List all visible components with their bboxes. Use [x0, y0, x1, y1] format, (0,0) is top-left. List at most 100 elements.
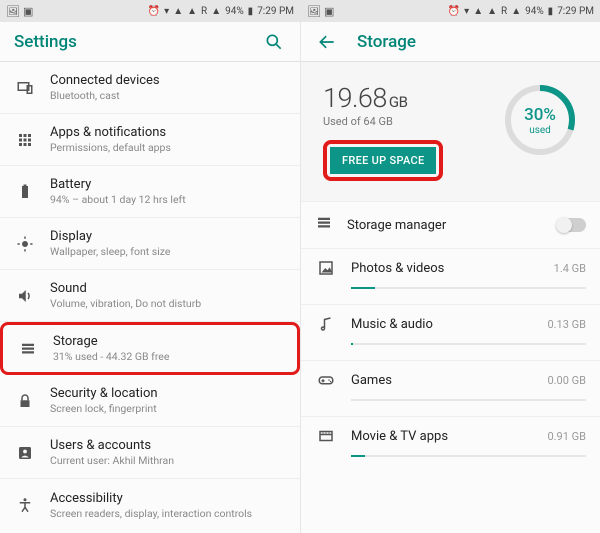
back-arrow-icon [317, 32, 337, 52]
cat-size: 0.91 GB [547, 430, 586, 443]
storage-summary: 19.68GB Used of 64 GB FREE UP SPACE 30% … [301, 62, 600, 202]
settings-item-security[interactable]: Security & location Screen lock, fingerp… [0, 375, 300, 427]
page-title: Storage [357, 32, 586, 52]
item-sub: Bluetooth, cast [50, 89, 160, 102]
storage-icon [17, 338, 39, 360]
settings-appbar: Settings [0, 22, 300, 62]
item-sub: Wallpaper, sleep, font size [50, 245, 170, 258]
alarm-icon: ⏰ [148, 6, 160, 17]
search-button[interactable] [262, 30, 286, 54]
wifi-icon: ▲ [173, 6, 183, 17]
item-label: Apps & notifications [50, 125, 171, 140]
lock-icon [14, 390, 36, 412]
signal-icon-2: ▲ [511, 6, 521, 17]
used-amount: 19.68GB [323, 82, 443, 114]
alarm-icon: ⏰ [448, 6, 460, 17]
signal-icon: ▲ [487, 6, 497, 17]
cat-label: Movie & TV apps [351, 429, 448, 444]
toggle-knob [556, 217, 572, 233]
category-movies[interactable]: Movie & TV apps 0.91 GB [301, 417, 600, 473]
settings-item-connected-devices[interactable]: Connected devices Bluetooth, cast [0, 62, 300, 114]
cat-bar [351, 455, 586, 457]
wifi-icon: ▲ [473, 6, 483, 17]
clock: 7:29 PM [257, 6, 294, 17]
item-label: Accessibility [50, 491, 252, 506]
user-icon [14, 442, 36, 464]
settings-item-users[interactable]: Users & accounts Current user: Akhil Mit… [0, 427, 300, 479]
battery-pct: 94% [225, 6, 244, 17]
category-games[interactable]: Games 0.00 GB [301, 361, 600, 417]
cat-bar [351, 287, 586, 289]
ring-used-label: used [529, 125, 551, 136]
page-title: Settings [14, 32, 262, 52]
cat-size: 1.4 GB [554, 262, 586, 275]
battery-icon [14, 181, 36, 203]
item-label: Battery [50, 177, 186, 192]
signal-icon: ▲ [187, 6, 197, 17]
item-label: Security & location [50, 386, 158, 401]
item-label: Sound [50, 281, 201, 296]
back-button[interactable] [315, 30, 339, 54]
item-sub: Volume, vibration, Do not disturb [50, 297, 201, 310]
devices-icon [14, 77, 36, 99]
cat-size: 0.13 GB [547, 318, 586, 331]
games-icon [315, 371, 337, 389]
settings-item-display[interactable]: Display Wallpaper, sleep, font size [0, 218, 300, 270]
item-label: Storage [53, 334, 169, 349]
storage-icon [315, 214, 333, 236]
apps-icon [14, 129, 36, 151]
free-up-highlight: FREE UP SPACE [323, 140, 443, 181]
used-value: 19.68 [323, 82, 387, 114]
storage-pane: 🖼 ▣ ⏰ ▾ ▲ ▲ R ▲ 94% ▮ 7:29 PM Storage 19… [300, 0, 600, 533]
cat-label: Games [351, 373, 392, 388]
status-left-icons: 🖼 ▣ [307, 5, 334, 18]
roaming-label: R [501, 6, 507, 17]
dropdown-icon: ▾ [464, 6, 469, 17]
sound-icon [14, 285, 36, 307]
category-music[interactable]: Music & audio 0.13 GB [301, 305, 600, 361]
signal-icon-2: ▲ [211, 6, 221, 17]
settings-list: Connected devices Bluetooth, cast Apps &… [0, 62, 300, 533]
search-icon [264, 32, 284, 52]
clock: 7:29 PM [557, 6, 594, 17]
used-unit: GB [389, 93, 408, 111]
status-bar: 🖼 ▣ ⏰ ▾ ▲ ▲ R ▲ 94% ▮ 7:29 PM [0, 0, 300, 22]
item-label: Display [50, 229, 170, 244]
storage-manager-toggle[interactable] [556, 218, 586, 232]
settings-item-apps[interactable]: Apps & notifications Permissions, defaul… [0, 114, 300, 166]
storage-manager-label: Storage manager [347, 218, 446, 233]
dropdown-icon: ▾ [164, 6, 169, 17]
status-bar: 🖼 ▣ ⏰ ▾ ▲ ▲ R ▲ 94% ▮ 7:29 PM [301, 0, 600, 22]
music-icon [315, 315, 337, 333]
category-photos[interactable]: Photos & videos 1.4 GB [301, 249, 600, 305]
settings-item-storage[interactable]: Storage 31% used - 44.32 GB free [0, 322, 300, 375]
storage-manager-row[interactable]: Storage manager [301, 202, 600, 249]
photos-icon [315, 259, 337, 277]
cat-label: Music & audio [351, 317, 433, 332]
settings-pane: 🖼 ▣ ⏰ ▾ ▲ ▲ R ▲ 94% ▮ 7:29 PM Settings C… [0, 0, 300, 533]
settings-item-accessibility[interactable]: Accessibility Screen readers, display, i… [0, 479, 300, 531]
item-label: Users & accounts [50, 438, 174, 453]
free-up-space-button[interactable]: FREE UP SPACE [330, 147, 436, 174]
cat-size: 0.00 GB [547, 374, 586, 387]
square-icon: ▣ [324, 5, 334, 18]
total-label: Used of 64 GB [323, 115, 443, 128]
item-sub: 31% used - 44.32 GB free [53, 350, 169, 363]
item-sub: Screen readers, display, interaction con… [50, 507, 252, 520]
settings-item-sound[interactable]: Sound Volume, vibration, Do not disturb [0, 270, 300, 322]
storage-appbar: Storage [301, 22, 600, 62]
cat-bar [351, 343, 586, 345]
status-left-icons: 🖼 ▣ [6, 5, 33, 18]
item-label: Connected devices [50, 73, 160, 88]
cat-bar [351, 399, 586, 401]
movie-icon [315, 427, 337, 445]
image-icon: 🖼 [6, 5, 20, 18]
item-sub: Current user: Akhil Mithran [50, 454, 174, 467]
square-icon: ▣ [23, 5, 33, 18]
brightness-icon [14, 233, 36, 255]
item-sub: 94% – about 1 day 12 hrs left [50, 193, 186, 206]
settings-item-battery[interactable]: Battery 94% – about 1 day 12 hrs left [0, 166, 300, 218]
accessibility-icon [14, 494, 36, 516]
item-sub: Permissions, default apps [50, 141, 171, 154]
item-sub: Screen lock, fingerprint [50, 402, 158, 415]
